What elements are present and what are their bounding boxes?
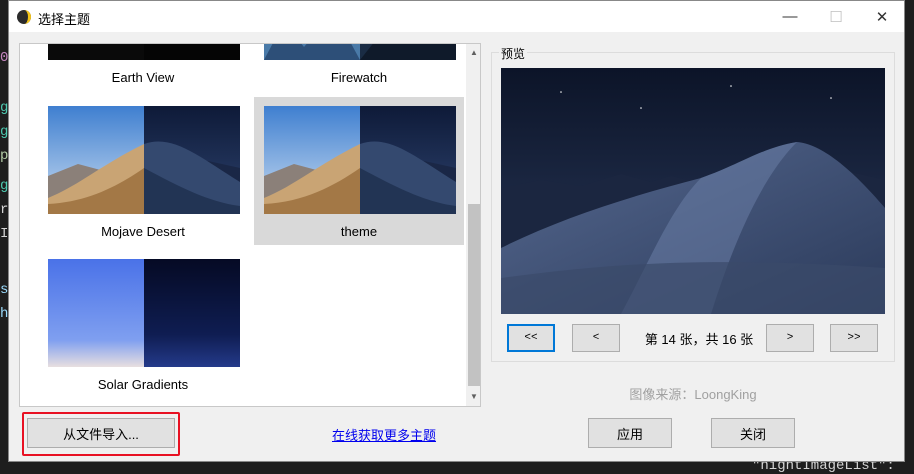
prev-image-button[interactable]: < bbox=[572, 324, 620, 352]
theme-thumbnail bbox=[48, 44, 240, 60]
image-source: 图像来源：LoongKing bbox=[629, 387, 757, 402]
theme-label: Solar Gradients bbox=[97, 377, 189, 392]
theme-list-scrollbar[interactable]: ▲ ▼ bbox=[466, 44, 480, 406]
last-image-button[interactable]: >> bbox=[830, 324, 878, 352]
maximize-icon: ☐ bbox=[829, 8, 843, 26]
get-more-themes-link[interactable]: 在线获取更多主题 bbox=[309, 425, 459, 444]
theme-label: theme bbox=[340, 224, 378, 239]
theme-item-earth-view[interactable]: Earth View bbox=[38, 44, 248, 91]
scroll-thumb[interactable] bbox=[468, 204, 480, 386]
theme-label: Earth View bbox=[111, 70, 175, 85]
theme-label: Firewatch bbox=[330, 70, 388, 85]
preview-image bbox=[501, 68, 885, 314]
maximize-button[interactable]: ☐ bbox=[813, 1, 859, 32]
title-bar: 选择主题 — ☐ ✕ bbox=[9, 1, 904, 32]
scroll-down-icon[interactable]: ▼ bbox=[466, 388, 480, 404]
theme-item-mojave-desert[interactable]: Mojave Desert bbox=[38, 97, 248, 245]
theme-thumbnail bbox=[48, 106, 240, 214]
first-image-button[interactable]: << bbox=[507, 324, 555, 352]
background-editor-left: 0 g g p g r I s h bbox=[0, 0, 8, 472]
apply-button[interactable]: 应用 bbox=[588, 418, 672, 448]
theme-item-solar-gradients[interactable]: Solar Gradients bbox=[38, 250, 248, 398]
preview-label: 预览 bbox=[499, 45, 528, 62]
theme-item-theme[interactable]: theme bbox=[254, 97, 464, 245]
close-icon: ✕ bbox=[875, 8, 889, 26]
theme-item-firewatch[interactable]: Firewatch bbox=[254, 44, 464, 91]
minimize-icon: — bbox=[782, 8, 798, 25]
theme-thumbnail bbox=[48, 259, 240, 367]
page-indicator: 第 14 张，共 16 张 bbox=[644, 332, 754, 347]
minimize-button[interactable]: — bbox=[767, 1, 813, 32]
import-from-file-button[interactable]: 从文件导入... bbox=[27, 418, 175, 448]
theme-thumbnail bbox=[264, 106, 456, 214]
theme-label: Mojave Desert bbox=[101, 224, 185, 239]
background-editor-right bbox=[905, 0, 914, 472]
scroll-up-icon[interactable]: ▲ bbox=[466, 44, 480, 60]
theme-dialog: 选择主题 — ☐ ✕ Earth View Firewatch Mojave D… bbox=[8, 0, 905, 462]
close-button[interactable]: 关闭 bbox=[711, 418, 795, 448]
app-icon bbox=[17, 10, 31, 24]
window-title: 选择主题 bbox=[38, 12, 91, 27]
theme-thumbnail bbox=[264, 44, 456, 60]
next-image-button[interactable]: > bbox=[766, 324, 814, 352]
close-window-button[interactable]: ✕ bbox=[859, 1, 905, 32]
background-editor-bottom: "nightImageList": bbox=[0, 458, 914, 474]
theme-list[interactable]: Earth View Firewatch Mojave Desert theme… bbox=[19, 43, 481, 407]
